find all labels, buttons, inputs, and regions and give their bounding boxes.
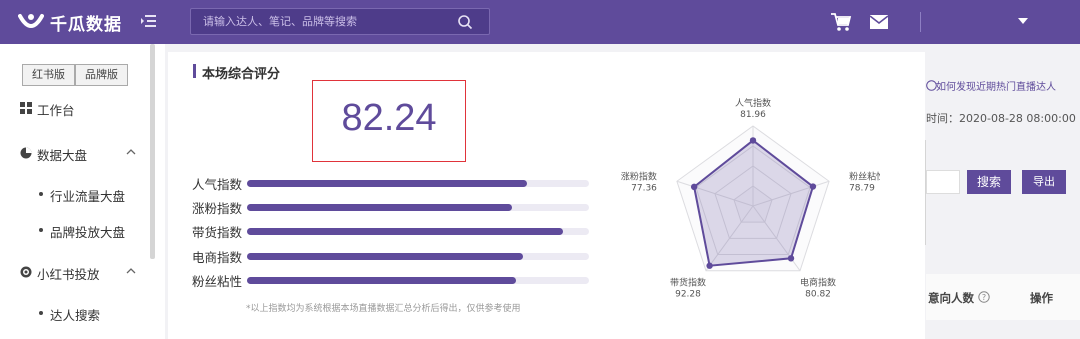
metric-fill <box>247 180 528 187</box>
caret-down-icon[interactable] <box>1018 18 1028 24</box>
radar-axis-label: 粉丝粘性 <box>849 170 880 182</box>
metric-track <box>247 180 589 187</box>
metric-label: 粉丝粘性 <box>192 274 243 289</box>
radar-value-label: 80.82 <box>805 290 831 300</box>
metric-row-ecommerce: 电商指数 <box>192 246 592 266</box>
metric-row-popularity: 人气指数 <box>192 173 592 193</box>
sidebar-item-brand-placement[interactable]: 品牌投放大盘 <box>0 215 150 245</box>
sidebar-item-label: 行业流量大盘 <box>50 189 126 204</box>
radar-data-point <box>809 183 817 190</box>
radar-data-point <box>706 262 713 269</box>
mail-icon[interactable] <box>870 15 888 29</box>
column-action: 操作 <box>1030 291 1053 305</box>
global-search-box <box>190 8 490 35</box>
radar-axis-label: 涨粉指数 <box>621 170 657 182</box>
section-title: 本场综合评分 <box>202 67 281 82</box>
tab-red-book[interactable]: 红书版 <box>22 64 75 86</box>
radar-data-point <box>749 137 757 144</box>
sidebar-item-xhs-ads[interactable]: 小红书投放 <box>0 254 150 290</box>
metric-label: 电商指数 <box>192 250 243 265</box>
cart-icon[interactable] <box>830 12 852 32</box>
sidebar-item-influencer-search[interactable]: 达人搜索 <box>0 298 150 328</box>
sidebar-item-label: 数据大盘 <box>37 148 88 163</box>
overall-score-value: 82.24 <box>341 97 437 139</box>
metric-label: 涨粉指数 <box>192 201 243 216</box>
sidebar-item-label: 小红书投放 <box>37 267 100 282</box>
metric-track <box>247 277 589 284</box>
search-input[interactable] <box>203 15 443 28</box>
filter-input[interactable] <box>926 170 960 194</box>
brand-name[interactable]: 千瓜数据 <box>50 10 122 35</box>
navbar-divider <box>920 12 921 32</box>
target-icon <box>20 266 32 278</box>
sidebar: 红书版 品牌版 工作台 数据大盘 行业流量大盘 品牌投放大盘 小红书投放 达人搜… <box>0 44 165 339</box>
search-button[interactable]: 搜索 <box>967 170 1011 194</box>
tab-brand[interactable]: 品牌版 <box>75 64 128 86</box>
chevron-up-icon <box>126 149 136 155</box>
svg-text:?: ? <box>982 293 986 302</box>
radar-axis-label: 电商指数 <box>800 277 836 289</box>
top-navbar: 千瓜数据 <box>0 0 1080 44</box>
column-intent-count: 意向人数 <box>928 291 974 305</box>
help-link[interactable]: 如何发现近期热门直播达人 <box>936 78 1056 93</box>
radar-value-label: 92.28 <box>675 290 701 300</box>
pie-chart-icon <box>20 147 32 159</box>
sidebar-scrollbar[interactable] <box>150 44 155 259</box>
bullet-dot <box>39 192 43 196</box>
bullet-dot <box>39 311 43 315</box>
live-score-modal: 本场综合评分 82.24 人气指数 涨粉指数 带货指数 电商指数 粉丝粘性 *以… <box>168 52 925 339</box>
metric-fill <box>247 253 524 260</box>
sidebar-item-label: 达人搜索 <box>50 308 101 323</box>
footnote: *以上指数均为系统根据本场直播数据汇总分析后得出，仅供参考使用 <box>246 304 521 314</box>
sidebar-item-data-board[interactable]: 数据大盘 <box>0 135 150 171</box>
radar-value-label: 81.96 <box>740 110 766 120</box>
radar-axis-label: 带货指数 <box>670 277 706 289</box>
grid-icon <box>20 102 32 114</box>
metric-row-sales: 带货指数 <box>192 221 592 241</box>
overall-score-box: 82.24 <box>312 80 466 162</box>
sidebar-item-industry-traffic[interactable]: 行业流量大盘 <box>0 179 150 209</box>
metric-label: 人气指数 <box>192 177 243 192</box>
sidebar-item-workbench[interactable]: 工作台 <box>0 90 150 126</box>
question-circle-icon[interactable]: ? <box>978 291 990 303</box>
radar-chart: 人气指数81.96 粉丝粘性78.79 电商指数80.82 带货指数92.28 涨粉指数… <box>621 97 880 300</box>
radar-value-label: 77.36 <box>631 183 657 193</box>
melon-logo-icon[interactable] <box>18 10 44 32</box>
chevron-up-icon <box>126 268 136 274</box>
sidebar-item-label: 品牌投放大盘 <box>50 225 126 240</box>
live-time-text: 时间：2020-08-28 08:00:00 <box>926 112 1076 125</box>
radar-data-point <box>690 183 698 191</box>
metric-row-fan-stickiness: 粉丝粘性 <box>192 270 592 290</box>
metric-fill <box>247 228 563 235</box>
metric-label: 带货指数 <box>192 225 243 240</box>
bullet-dot <box>39 228 43 232</box>
metric-track <box>247 228 589 235</box>
menu-collapse-icon[interactable] <box>140 12 158 30</box>
metric-fill <box>247 204 512 211</box>
sidebar-item-label: 工作台 <box>37 103 75 118</box>
metric-track <box>247 253 589 260</box>
radar-data-point <box>787 255 795 262</box>
export-button[interactable]: 导出 <box>1022 170 1066 194</box>
metric-fill <box>247 277 517 284</box>
radar-axis-label: 人气指数 <box>735 97 771 109</box>
metric-track <box>247 204 589 211</box>
search-icon[interactable] <box>457 14 473 30</box>
metric-row-follower-growth: 涨粉指数 <box>192 197 592 217</box>
radar-value-label: 78.79 <box>849 183 875 193</box>
section-accent-bar <box>193 64 196 78</box>
